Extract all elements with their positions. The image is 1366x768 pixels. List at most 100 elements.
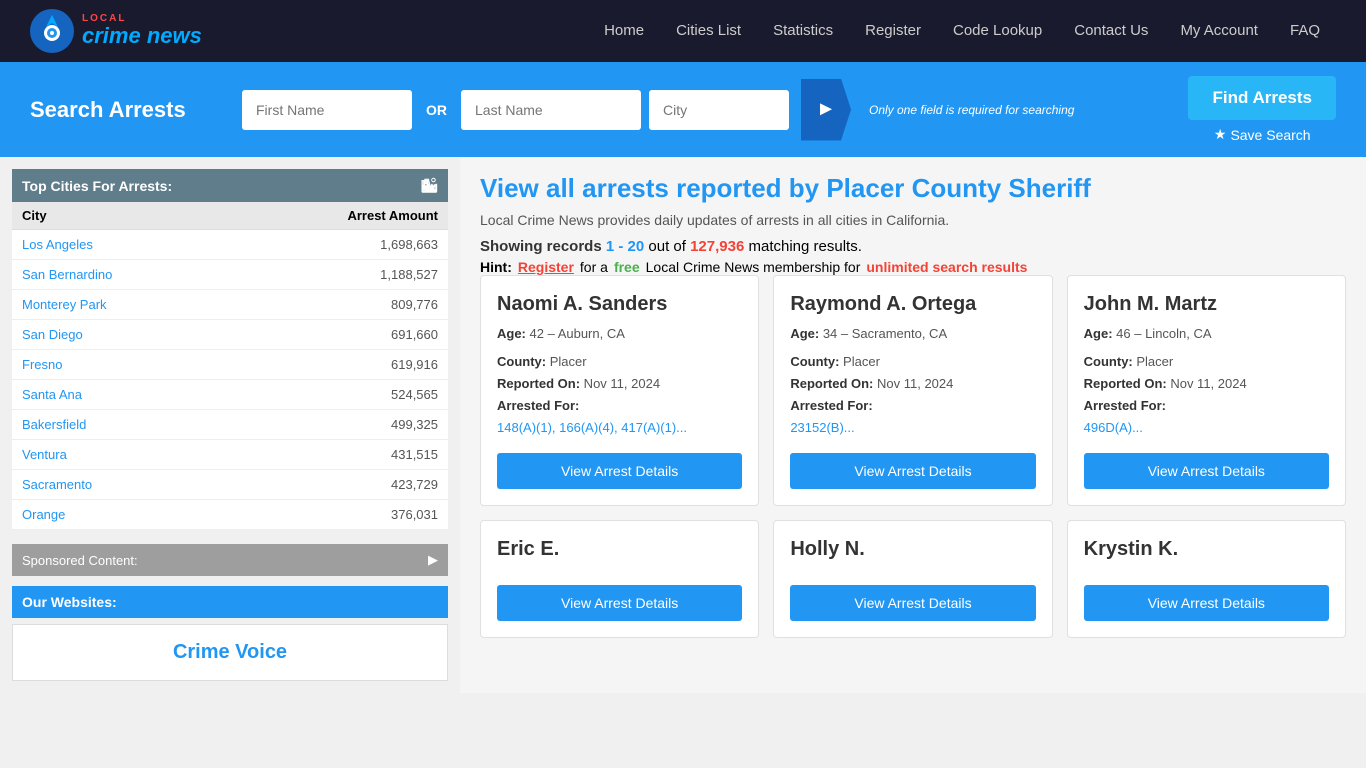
play-icon: ▶ bbox=[428, 552, 438, 568]
city-count: 431,515 bbox=[230, 440, 448, 470]
view-arrest-details-button[interactable]: View Arrest Details bbox=[790, 453, 1035, 489]
table-row: Santa Ana524,565 bbox=[12, 380, 448, 410]
our-websites-label: Our Websites: bbox=[22, 594, 117, 610]
view-arrest-details-button[interactable]: View Arrest Details bbox=[1084, 585, 1329, 621]
register-link[interactable]: Register bbox=[518, 259, 574, 275]
out-of-label: out of bbox=[648, 238, 686, 255]
city-count: 619,916 bbox=[230, 350, 448, 380]
view-arrest-details-button[interactable]: View Arrest Details bbox=[497, 453, 742, 489]
arrest-code-link[interactable]: 496D(A)... bbox=[1084, 420, 1143, 435]
search-bar: Search Arrests OR ► Only one field is re… bbox=[0, 62, 1366, 157]
logo-text-area: LOCAL crime news bbox=[82, 13, 202, 48]
sponsored-label: Sponsored Content: bbox=[22, 553, 138, 568]
unlimited-label: unlimited search results bbox=[866, 259, 1027, 275]
col-city: City bbox=[12, 202, 230, 230]
nav-links: Home Cities List Statistics Register Cod… bbox=[588, 0, 1336, 62]
view-arrest-details-button[interactable]: View Arrest Details bbox=[790, 585, 1035, 621]
city-input[interactable] bbox=[649, 90, 789, 130]
nav-register[interactable]: Register bbox=[849, 0, 937, 62]
results-info: Showing records 1 - 20 out of 127,936 ma… bbox=[480, 238, 1346, 255]
hint-prefix: Hint: bbox=[480, 259, 512, 275]
nav-code-lookup[interactable]: Code Lookup bbox=[937, 0, 1058, 62]
hint-bar: Hint: Register for a free Local Crime Ne… bbox=[480, 259, 1346, 275]
crime-voice-label: Crime Voice bbox=[173, 641, 287, 663]
arrest-details: County: PlacerReported On: Nov 11, 2024A… bbox=[1084, 351, 1329, 439]
arrest-age: Age: 42 – Auburn, CA bbox=[497, 326, 742, 341]
arrest-age: Age: 34 – Sacramento, CA bbox=[790, 326, 1035, 341]
city-name[interactable]: Santa Ana bbox=[12, 380, 230, 410]
city-chevron: ► bbox=[801, 79, 851, 141]
arrest-card: Krystin K. View Arrest Details bbox=[1067, 520, 1346, 638]
showing-label: Showing records bbox=[480, 238, 602, 255]
city-count: 691,660 bbox=[230, 320, 448, 350]
page-heading: View all arrests reported by Placer Coun… bbox=[480, 173, 1346, 204]
table-row: Sacramento423,729 bbox=[12, 470, 448, 500]
page-subtext: Local Crime News provides daily updates … bbox=[480, 212, 1346, 228]
top-cities-title-bar: Top Cities For Arrests: 🏙 bbox=[12, 169, 448, 202]
city-name[interactable]: Orange bbox=[12, 500, 230, 530]
nav-cities-list[interactable]: Cities List bbox=[660, 0, 757, 62]
sponsored-bar: Sponsored Content: ▶ bbox=[12, 544, 448, 576]
arrest-card: Raymond A. Ortega Age: 34 – Sacramento, C… bbox=[773, 275, 1052, 506]
arrest-name: Eric E. bbox=[497, 537, 742, 561]
table-row: Monterey Park809,776 bbox=[12, 290, 448, 320]
nav-contact-us[interactable]: Contact Us bbox=[1058, 0, 1164, 62]
find-arrests-button[interactable]: Find Arrests bbox=[1188, 76, 1336, 120]
arrest-name: Raymond A. Ortega bbox=[790, 292, 1035, 316]
cards-row-2: Eric E. View Arrest Details Holly N. View A… bbox=[480, 520, 1346, 638]
city-name[interactable]: Bakersfield bbox=[12, 410, 230, 440]
city-count: 423,729 bbox=[230, 470, 448, 500]
arrest-details: County: PlacerReported On: Nov 11, 2024A… bbox=[790, 351, 1035, 439]
city-name[interactable]: Los Angeles bbox=[12, 230, 230, 260]
search-inputs: OR ► Only one field is required for sear… bbox=[242, 79, 1176, 141]
arrest-name: Naomi A. Sanders bbox=[497, 292, 742, 316]
city-name[interactable]: Ventura bbox=[12, 440, 230, 470]
table-row: Fresno619,916 bbox=[12, 350, 448, 380]
city-count: 376,031 bbox=[230, 500, 448, 530]
table-row: Ventura431,515 bbox=[12, 440, 448, 470]
city-name[interactable]: Sacramento bbox=[12, 470, 230, 500]
cards-row-1: Naomi A. Sanders Age: 42 – Auburn, CA Coun… bbox=[480, 275, 1346, 506]
arrest-card: Eric E. View Arrest Details bbox=[480, 520, 759, 638]
arrest-name: John M. Martz bbox=[1084, 292, 1329, 316]
arrest-age: Age: 46 – Lincoln, CA bbox=[1084, 326, 1329, 341]
star-icon: ★ bbox=[1214, 126, 1227, 143]
city-name[interactable]: Fresno bbox=[12, 350, 230, 380]
city-count: 499,325 bbox=[230, 410, 448, 440]
matching-label: matching results. bbox=[749, 238, 862, 255]
search-title: Search Arrests bbox=[30, 97, 230, 123]
arrest-code-link[interactable]: 23152(B)... bbox=[790, 420, 854, 435]
table-row: San Diego691,660 bbox=[12, 320, 448, 350]
city-icon: 🏙 bbox=[420, 177, 438, 194]
city-name[interactable]: Monterey Park bbox=[12, 290, 230, 320]
logo-name: crime news bbox=[82, 23, 202, 48]
last-name-input[interactable] bbox=[461, 90, 641, 130]
save-search-link[interactable]: ★ Save Search bbox=[1214, 126, 1311, 143]
logo[interactable]: LOCAL crime news bbox=[30, 9, 202, 53]
view-arrest-details-button[interactable]: View Arrest Details bbox=[497, 585, 742, 621]
free-label: free bbox=[614, 259, 640, 275]
city-count: 1,188,527 bbox=[230, 260, 448, 290]
city-count: 1,698,663 bbox=[230, 230, 448, 260]
view-arrest-details-button[interactable]: View Arrest Details bbox=[1084, 453, 1329, 489]
nav-faq[interactable]: FAQ bbox=[1274, 0, 1336, 62]
navbar: LOCAL crime news Home Cities List Statis… bbox=[0, 0, 1366, 62]
logo-icon bbox=[30, 9, 74, 53]
table-row: Los Angeles1,698,663 bbox=[12, 230, 448, 260]
city-name[interactable]: San Diego bbox=[12, 320, 230, 350]
search-hint: Only one field is required for searching bbox=[869, 103, 1074, 117]
our-websites-bar: Our Websites: bbox=[12, 586, 448, 618]
city-name[interactable]: San Bernardino bbox=[12, 260, 230, 290]
city-count: 524,565 bbox=[230, 380, 448, 410]
arrest-card: Naomi A. SandersAge: 42 – Auburn, CACoun… bbox=[480, 275, 759, 506]
arrest-code-link[interactable]: 148(A)(1), 166(A)(4), 417(A)(1)... bbox=[497, 420, 687, 435]
arrest-card: Holly N. View Arrest Details bbox=[773, 520, 1052, 638]
nav-statistics[interactable]: Statistics bbox=[757, 0, 849, 62]
results-range: 1 - 20 bbox=[606, 238, 644, 255]
nav-home[interactable]: Home bbox=[588, 0, 660, 62]
arrest-name: Holly N. bbox=[790, 537, 1035, 561]
first-name-input[interactable] bbox=[242, 90, 412, 130]
nav-my-account[interactable]: My Account bbox=[1164, 0, 1274, 62]
col-arrests: Arrest Amount bbox=[230, 202, 448, 230]
arrest-name: Krystin K. bbox=[1084, 537, 1329, 561]
